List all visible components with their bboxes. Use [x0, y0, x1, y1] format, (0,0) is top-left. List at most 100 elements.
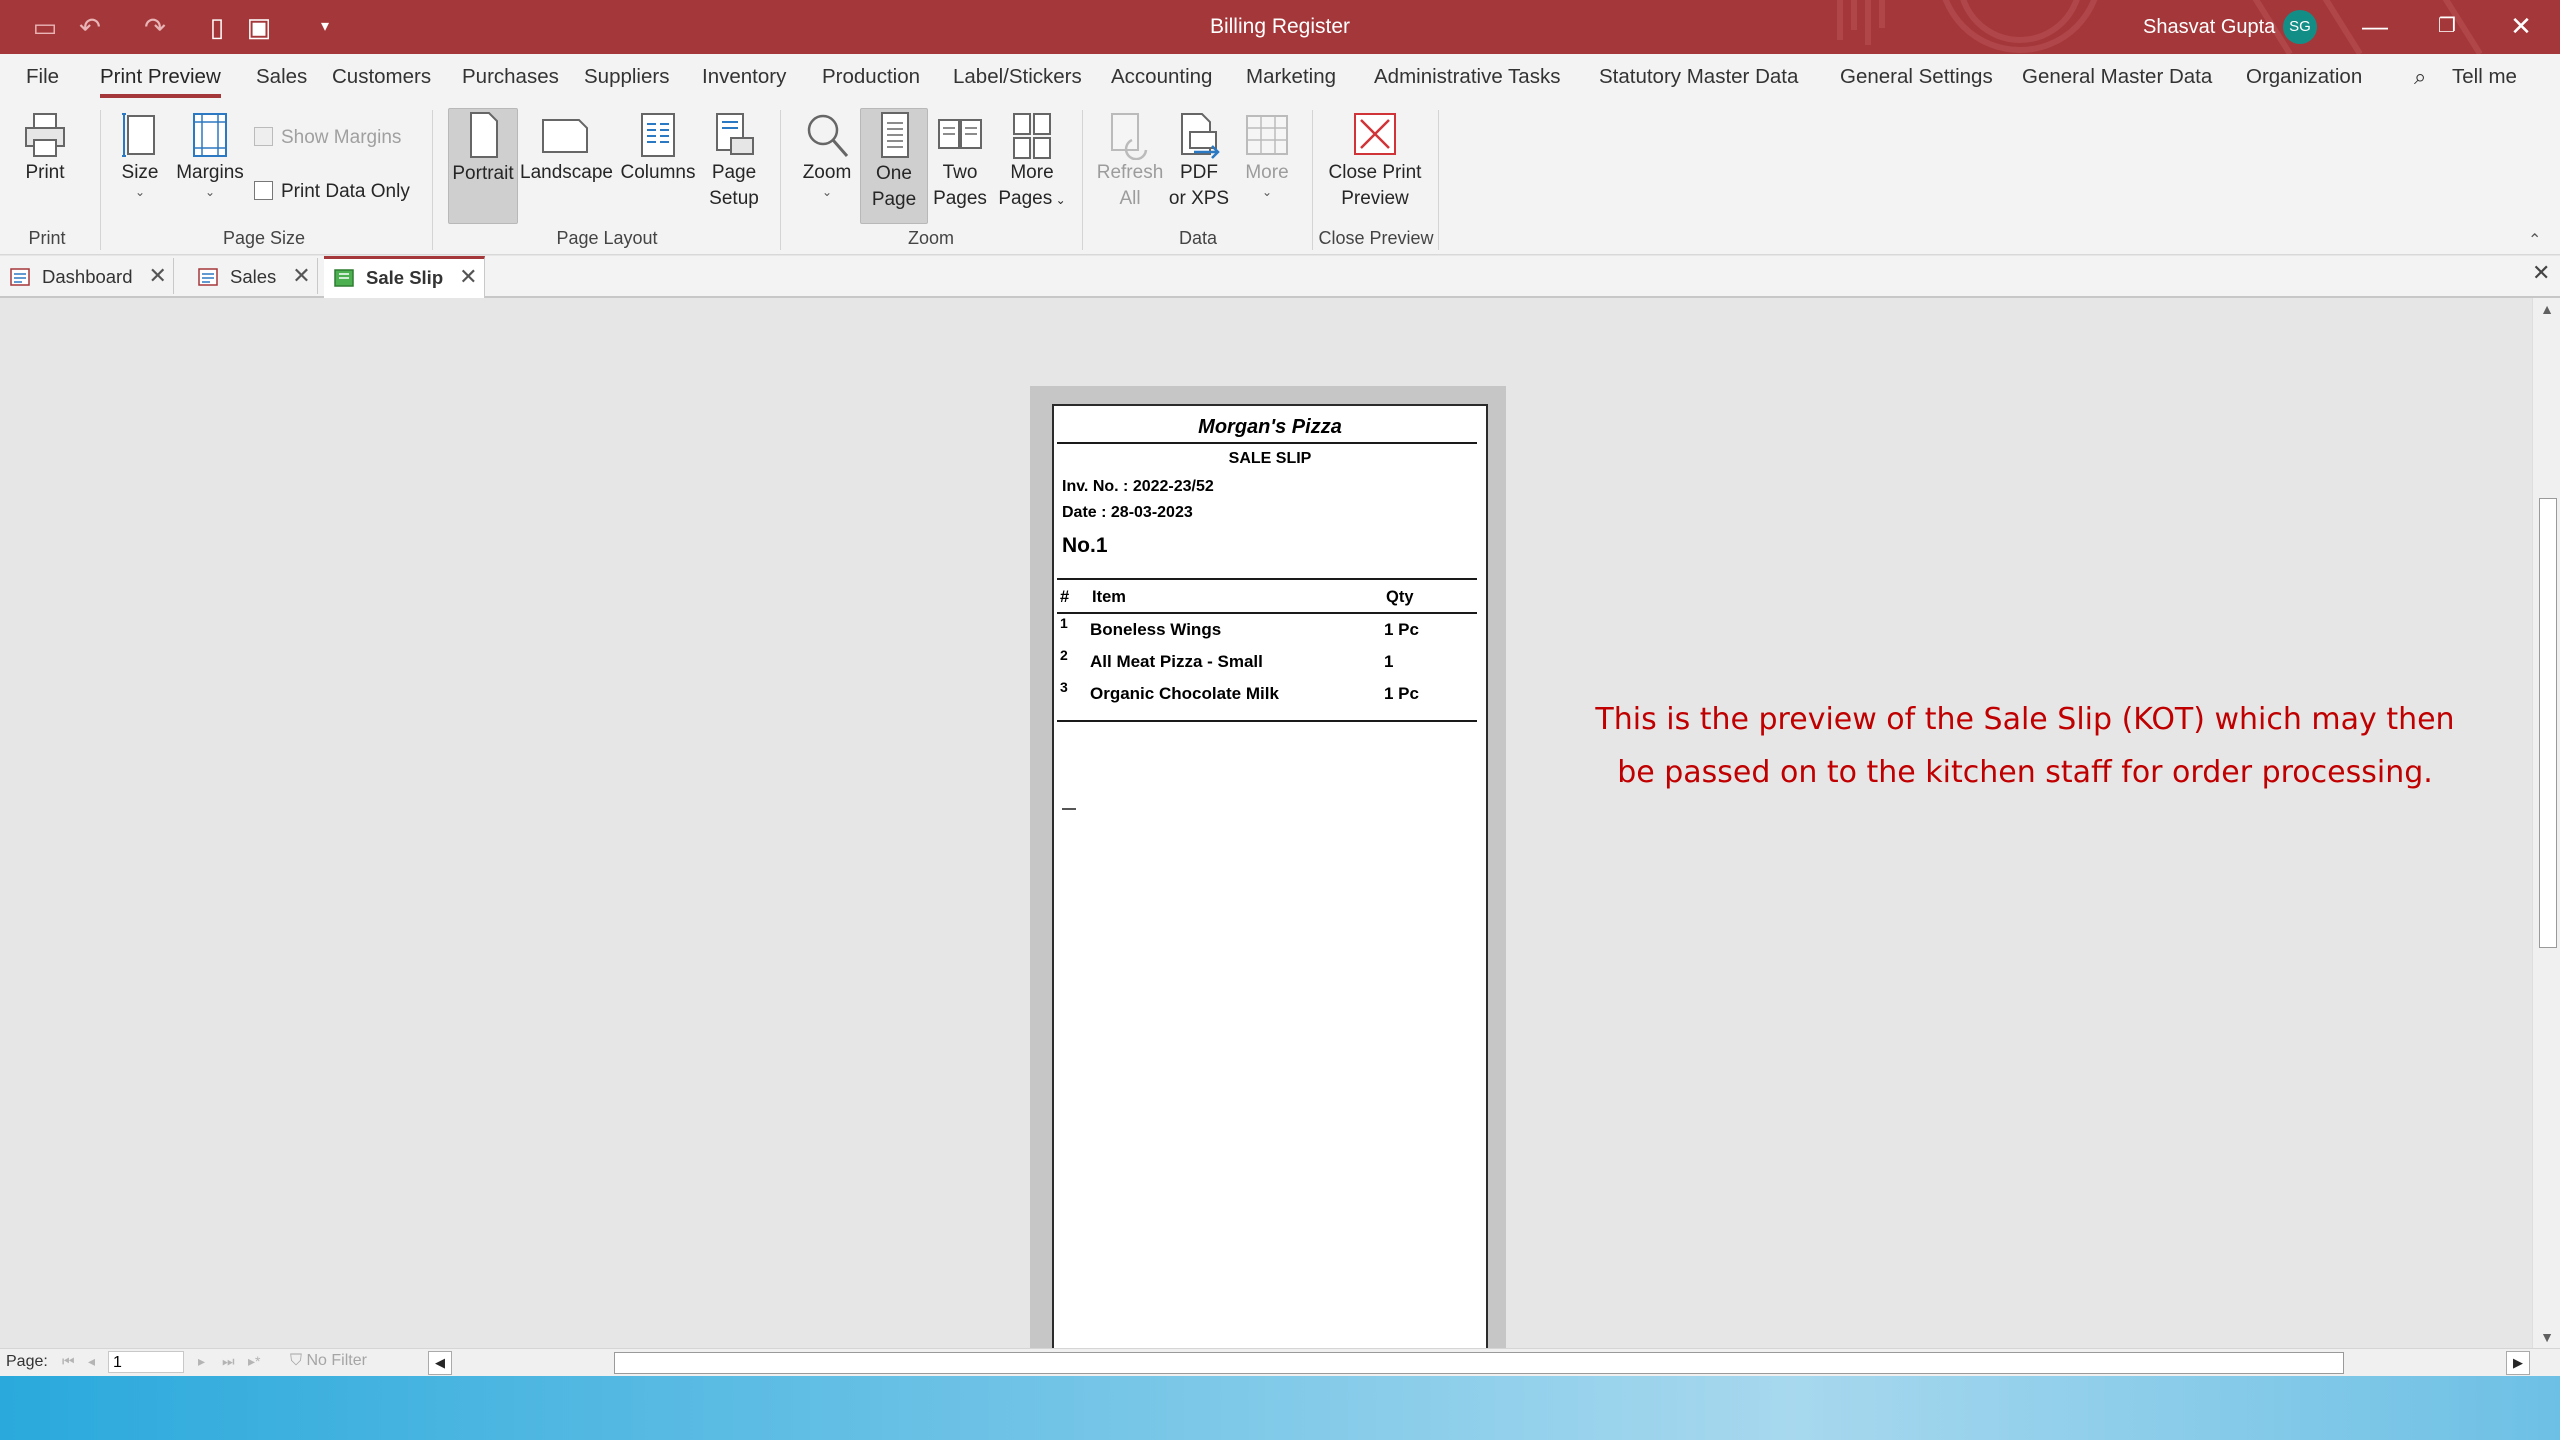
tab-general-master-data[interactable]: General Master Data [2022, 54, 2212, 102]
margins-button[interactable]: Margins ⌄ [172, 110, 248, 198]
row-number: 3 [1060, 679, 1068, 695]
vertical-scrollbar[interactable]: ▲ ▼ [2532, 298, 2560, 1348]
one-page-button[interactable]: One Page [860, 108, 928, 224]
row-number: 2 [1060, 647, 1068, 663]
token-number: No.1 [1062, 534, 1108, 557]
customize-qat-icon[interactable]: ▾ [310, 12, 340, 42]
portrait-button[interactable]: Portrait [448, 108, 518, 224]
close-all-icon[interactable]: ✕ [2532, 260, 2550, 286]
tab-marketing[interactable]: Marketing [1246, 54, 1336, 102]
group-label-page-layout: Page Layout [556, 228, 658, 248]
two-pages-button[interactable]: Two Pages [928, 110, 992, 212]
tab-file[interactable]: File [26, 54, 59, 102]
group-separator [432, 110, 433, 250]
close-tab-icon[interactable]: ✕ [149, 258, 167, 294]
table-row: 1 Boneless Wings 1 Pc [1054, 615, 1486, 650]
tab-label-stickers[interactable]: Label/Stickers [953, 54, 1082, 102]
group-label-page-size: Page Size [222, 228, 306, 248]
redo-icon[interactable]: ↷ [140, 12, 170, 42]
close-tab-icon[interactable]: ✕ [292, 258, 310, 294]
scroll-thumb[interactable] [2539, 498, 2557, 948]
size-button[interactable]: Size ⌄ [112, 110, 168, 198]
checkbox-box [254, 127, 273, 146]
print-button[interactable]: Print [10, 110, 80, 186]
close-tab-icon[interactable]: ✕ [459, 259, 477, 295]
tab-sales-form[interactable]: Sales ✕ [188, 258, 318, 294]
magnifier-icon [807, 114, 849, 157]
tab-sale-slip[interactable]: Sale Slip ✕ [324, 256, 485, 299]
undo-icon[interactable]: ↶ [75, 12, 105, 42]
column-header-qty: Qty [1386, 588, 1414, 606]
tab-general-settings[interactable]: General Settings [1840, 54, 1993, 102]
slip-title: SALE SLIP [1228, 450, 1312, 467]
tab-sales[interactable]: Sales [256, 54, 307, 102]
close-icon[interactable]: ✕ [2486, 0, 2556, 54]
taskbar [0, 1376, 2560, 1440]
chevron-down-icon: ⌄ [1261, 185, 1273, 199]
scroll-left-icon[interactable]: ◀ [428, 1351, 452, 1375]
scroll-right-icon[interactable]: ▶ [2506, 1351, 2530, 1375]
tell-me-input[interactable]: Tell me [2452, 54, 2517, 102]
last-page-icon[interactable]: ⏭ [222, 1353, 235, 1370]
zoom-button[interactable]: Zoom ⌄ [792, 110, 862, 198]
group-label-data: Data [1178, 228, 1218, 248]
tab-suppliers[interactable]: Suppliers [584, 54, 669, 102]
refresh-all-button[interactable]: Refresh All [1090, 110, 1170, 212]
divider [1057, 578, 1477, 580]
chevron-down-icon: ⌄ [1052, 193, 1066, 207]
new-page-icon[interactable]: ▸* [248, 1353, 260, 1370]
invoice-number: Inv. No. : 2022-23/52 [1062, 478, 1214, 495]
page-label: Page: [6, 1353, 48, 1370]
previous-page-icon[interactable]: ◂ [88, 1353, 95, 1370]
print-preview-canvas[interactable]: Morgan's Pizza SALE SLIP Inv. No. : 2022… [0, 298, 2532, 1348]
page-setup-button[interactable]: Page Setup [706, 110, 762, 212]
tab-dashboard[interactable]: Dashboard ✕ [0, 258, 174, 294]
tab-organization[interactable]: Organization [2246, 54, 2362, 102]
avatar[interactable]: SG [2283, 10, 2317, 44]
user-name[interactable]: Shasvat Gupta [2143, 0, 2275, 54]
tab-customers[interactable]: Customers [332, 54, 431, 102]
tell-me-search-icon[interactable]: ⌕ [2414, 54, 2426, 102]
scroll-down-icon[interactable]: ▼ [2533, 1326, 2560, 1348]
print-data-only-checkbox[interactable]: Print Data Only [254, 180, 410, 204]
tab-inventory[interactable]: Inventory [702, 54, 786, 102]
more-pages-button[interactable]: More Pages ⌄ [996, 110, 1068, 213]
row-item: All Meat Pizza - Small [1090, 652, 1263, 671]
tab-production[interactable]: Production [822, 54, 920, 102]
save-icon[interactable]: ▭ [30, 12, 60, 42]
tab-print-preview[interactable]: Print Preview [100, 54, 221, 102]
first-page-icon[interactable]: ⏮ [62, 1353, 75, 1370]
restore-icon[interactable]: ❐ [2412, 0, 2482, 54]
refresh-icon [1111, 113, 1148, 160]
pdf-or-xps-button[interactable]: PDF or XPS [1164, 110, 1234, 212]
group-separator [1438, 110, 1439, 250]
more-data-button[interactable]: More ⌄ [1236, 110, 1298, 198]
format-icon[interactable]: ▣ [244, 12, 274, 42]
group-label-zoom: Zoom [907, 228, 954, 248]
close-print-preview-button[interactable]: Close Print Preview [1320, 110, 1430, 212]
checkbox-box [254, 181, 273, 200]
columns-icon [641, 113, 675, 157]
horizontal-scroll-thumb[interactable] [614, 1352, 2344, 1374]
ribbon: Print Size ⌄ Margins ⌄ Show Margins Prin… [0, 102, 2560, 255]
filter-indicator[interactable]: ⛉ No Filter [290, 1352, 367, 1370]
next-page-icon[interactable]: ▸ [198, 1353, 205, 1370]
show-margins-checkbox[interactable]: Show Margins [254, 126, 401, 150]
landscape-button[interactable]: Landscape [520, 110, 613, 186]
pdf-export-icon [1181, 113, 1220, 159]
tab-accounting[interactable]: Accounting [1111, 54, 1212, 102]
minimize-icon[interactable]: — [2340, 0, 2410, 54]
columns-button[interactable]: Columns [614, 110, 702, 186]
row-number: 1 [1060, 615, 1068, 631]
page-number-input[interactable]: 1 [108, 1351, 184, 1373]
tab-administrative-tasks[interactable]: Administrative Tasks [1374, 54, 1560, 102]
scroll-up-icon[interactable]: ▲ [2533, 298, 2560, 320]
ribbon-tabs: File Print Preview Sales Customers Purch… [0, 54, 2560, 102]
document-icon[interactable]: ▯ [202, 12, 232, 42]
sale-slip-page: Morgan's Pizza SALE SLIP Inv. No. : 2022… [1052, 404, 1488, 1348]
tab-statutory-master-data[interactable]: Statutory Master Data [1599, 54, 1798, 102]
collapse-ribbon-icon[interactable]: ⌃ [2528, 230, 2541, 250]
tab-purchases[interactable]: Purchases [462, 54, 559, 102]
two-pages-icon [938, 119, 982, 149]
annotation-line: be passed on to the kitchen staff for or… [1617, 755, 2433, 790]
